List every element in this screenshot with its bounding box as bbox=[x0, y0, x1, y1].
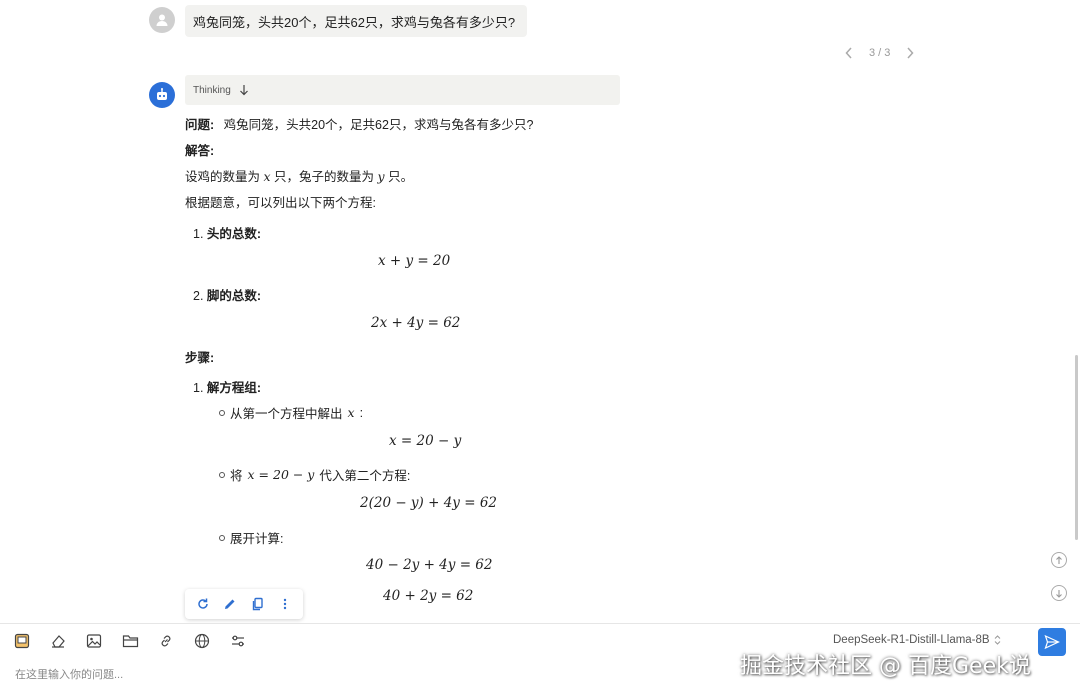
scroll-up-button[interactable] bbox=[1051, 552, 1067, 568]
person-icon bbox=[156, 14, 168, 26]
problem-text: 鸡兔同笼，头共20个，足共62只，求鸡与兔各有多少只? bbox=[223, 118, 534, 132]
list-item-feet: 2. 脚的总数: bbox=[193, 285, 261, 304]
copy-button[interactable] bbox=[248, 594, 268, 614]
model-selector[interactable]: DeepSeek-R1-Distill-Llama-8B bbox=[833, 634, 1001, 646]
pencil-icon bbox=[225, 599, 235, 609]
user-message-text: 鸡兔同笼，头共20个，足共62只，求鸡与兔各有多少只? bbox=[193, 14, 516, 30]
list-number: 1. bbox=[193, 381, 204, 395]
settings-button[interactable] bbox=[228, 630, 248, 652]
globe-icon bbox=[194, 633, 210, 649]
arrow-up-icon bbox=[1056, 555, 1062, 564]
chevron-right-icon bbox=[907, 47, 914, 59]
bullet-icon bbox=[219, 534, 225, 541]
thinking-toggle[interactable]: Thinking bbox=[185, 75, 620, 105]
steps-label: 步骤: bbox=[185, 351, 215, 365]
watermark: 掘金技术社区 @ 百度Geek说 bbox=[740, 654, 1031, 679]
step-solve: 1. 解方程组: bbox=[193, 377, 261, 396]
arrow-down-icon bbox=[239, 85, 248, 96]
upload-image-button[interactable] bbox=[84, 630, 104, 652]
next-response-button[interactable] bbox=[904, 46, 916, 60]
list-number: 2. bbox=[193, 289, 204, 303]
list-item-heads: 1. 头的总数: bbox=[193, 223, 261, 242]
link-icon bbox=[161, 635, 171, 647]
problem-line: 问题: 鸡兔同笼，头共20个，足共62只，求鸡与兔各有多少只? bbox=[185, 114, 533, 133]
web-search-button[interactable] bbox=[192, 630, 212, 652]
sliders-icon bbox=[232, 635, 244, 647]
template-icon bbox=[14, 633, 30, 649]
thinking-label: Thinking bbox=[193, 84, 231, 96]
bullet-icon bbox=[219, 471, 225, 478]
composer-divider bbox=[0, 623, 1080, 624]
scrollbar-thumb[interactable] bbox=[1075, 355, 1078, 540]
user-avatar bbox=[149, 7, 175, 33]
assumption-line: 设鸡的数量为 x 只，兔子的数量为 y 只。 bbox=[185, 166, 413, 185]
equation-5: 40 − 2y + 4y = 62 bbox=[366, 557, 493, 573]
upload-file-button[interactable] bbox=[120, 630, 140, 652]
folder-icon bbox=[122, 635, 138, 648]
bullet-icon bbox=[219, 409, 225, 416]
substep-colon: : bbox=[359, 405, 364, 420]
previous-response-button[interactable] bbox=[843, 46, 855, 60]
substep-suffix: 代入第二个方程: bbox=[319, 469, 411, 483]
edit-button[interactable] bbox=[220, 594, 240, 614]
send-icon bbox=[1044, 634, 1060, 650]
list-label: 解方程组: bbox=[206, 381, 262, 395]
equation-6: 40 + 2y = 62 bbox=[383, 588, 474, 604]
more-options-button[interactable] bbox=[275, 594, 295, 614]
send-button[interactable] bbox=[1038, 628, 1066, 656]
substep-1: 从第一个方程中解出 x : bbox=[219, 403, 363, 422]
substep-2: 将 x = 20 − y 代入第二个方程: bbox=[219, 465, 410, 484]
substep-text: 从第一个方程中解出 bbox=[230, 407, 343, 421]
prompt-template-button[interactable] bbox=[12, 630, 32, 652]
model-name: DeepSeek-R1-Distill-Llama-8B bbox=[833, 634, 990, 646]
composer-tools bbox=[12, 630, 248, 652]
substep-3: 展开计算: bbox=[219, 528, 283, 547]
copy-icon bbox=[252, 597, 263, 611]
equation-1: x + y = 20 bbox=[378, 253, 451, 269]
arrow-down-icon bbox=[1056, 589, 1062, 598]
inline-equation: x = 20 − y bbox=[247, 467, 315, 482]
refresh-icon bbox=[198, 598, 208, 609]
chevron-left-icon bbox=[845, 47, 852, 59]
user-message: 鸡兔同笼，头共20个，足共62只，求鸡与兔各有多少只? bbox=[185, 5, 528, 37]
robot-icon bbox=[157, 88, 167, 100]
substep-prefix: 将 bbox=[230, 469, 243, 483]
var-y: y bbox=[377, 169, 385, 184]
chat-input[interactable]: 在这里输入你的问题... bbox=[15, 666, 123, 682]
equation-4: 2(20 − y) + 4y = 62 bbox=[360, 495, 498, 511]
list-label: 脚的总数: bbox=[206, 289, 262, 303]
response-pager: 3 / 3 bbox=[843, 46, 916, 60]
substep-text: 展开计算: bbox=[230, 532, 284, 546]
equation-3: x = 20 − y bbox=[389, 433, 462, 449]
assumption-suffix: 只。 bbox=[388, 170, 414, 184]
list-number: 1. bbox=[193, 227, 204, 241]
chevron-updown-icon bbox=[994, 635, 1000, 645]
assumption-prefix: 设鸡的数量为 bbox=[185, 170, 261, 184]
scroll-down-button[interactable] bbox=[1051, 585, 1067, 601]
solution-label: 解答: bbox=[185, 144, 215, 158]
equations-intro: 根据题意，可以列出以下两个方程: bbox=[185, 196, 376, 210]
more-vertical-icon bbox=[284, 598, 287, 610]
var-x: x bbox=[347, 405, 355, 420]
assumption-mid: 只，兔子的数量为 bbox=[274, 170, 375, 184]
var-x: x bbox=[263, 169, 271, 184]
clear-button[interactable] bbox=[48, 630, 68, 652]
pager-text: 3 / 3 bbox=[869, 47, 891, 59]
equation-2: 2x + 4y = 62 bbox=[371, 315, 461, 331]
list-label: 头的总数: bbox=[206, 227, 262, 241]
bot-avatar bbox=[149, 82, 175, 108]
message-actions-toolbar bbox=[185, 589, 303, 619]
problem-label: 问题: bbox=[185, 118, 215, 132]
eraser-icon bbox=[52, 635, 65, 648]
image-icon bbox=[86, 634, 102, 648]
insert-link-button[interactable] bbox=[156, 630, 176, 652]
regenerate-button[interactable] bbox=[193, 594, 213, 614]
